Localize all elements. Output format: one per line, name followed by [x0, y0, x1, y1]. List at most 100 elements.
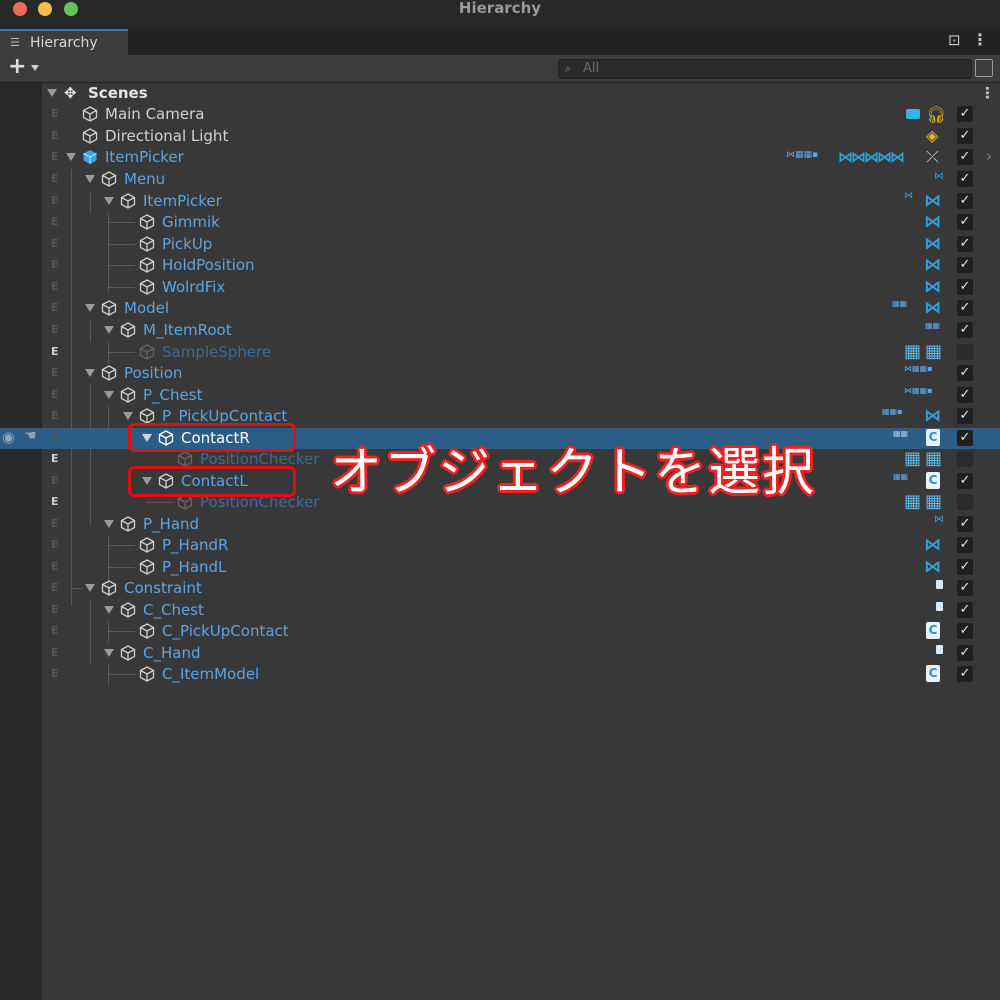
hierarchy-row[interactable]: E P_Chest ⋈▦▦▪ ✓ — [0, 385, 1000, 406]
hierarchy-row[interactable]: E Position ⋈▦▦▪ ✓ — [0, 363, 1000, 384]
prefab-icon — [83, 150, 97, 164]
active-toggle[interactable]: ✓ — [957, 602, 973, 618]
active-toggle[interactable]: ✓ — [957, 645, 973, 661]
unity-scene-icon: ✥ — [64, 84, 77, 102]
expand-arrow-icon[interactable] — [104, 197, 114, 205]
active-toggle[interactable]: ✓ — [957, 408, 973, 424]
lock-icon[interactable]: ⊡ — [948, 31, 961, 49]
renderer-icon: ▦ — [925, 341, 943, 362]
tree-line — [71, 588, 83, 589]
editor-only-marker: E — [51, 388, 59, 401]
expand-arrow-icon[interactable] — [104, 326, 114, 334]
tree-line — [108, 567, 135, 568]
active-toggle[interactable]: ✓ — [957, 149, 973, 165]
active-toggle[interactable]: ✓ — [957, 430, 973, 446]
expand-arrow-icon[interactable] — [104, 520, 114, 528]
hierarchy-row[interactable]: E P_HandR ⋈ ✓ — [0, 535, 1000, 556]
chevron-down-icon[interactable] — [31, 65, 39, 71]
active-toggle[interactable]: ✓ — [957, 451, 973, 467]
highlight-box-contact-l — [128, 466, 296, 497]
editor-only-marker: E — [51, 409, 59, 422]
expand-arrow-icon[interactable] — [85, 175, 95, 183]
hierarchy-row[interactable]: E Menu ⋈ ✓ — [0, 169, 1000, 190]
hierarchy-row[interactable]: E P_HandL ⋈ ✓ — [0, 557, 1000, 578]
hierarchy-row[interactable]: E Model ▦▦ ⋈ ✓ — [0, 298, 1000, 319]
hierarchy-row[interactable]: E SampleSphere ▦ ▦ ✓ — [0, 341, 1000, 363]
editor-only-marker: E — [51, 495, 59, 508]
active-toggle[interactable]: ✓ — [957, 365, 973, 381]
active-toggle[interactable]: ✓ — [957, 537, 973, 553]
expand-arrow-icon[interactable] — [47, 89, 57, 97]
expand-arrow-icon[interactable] — [104, 606, 114, 614]
constraint-icon: ⋈ — [924, 535, 941, 555]
expand-arrow-icon[interactable] — [85, 584, 95, 592]
expand-arrow-icon[interactable] — [85, 369, 95, 377]
hierarchy-row[interactable]: E PickUp ⋈ ✓ — [0, 234, 1000, 255]
hierarchy-row[interactable]: E P_Hand ⋈ ✓ — [0, 514, 1000, 535]
more-options-icon[interactable]: ⋮ — [972, 30, 988, 49]
hierarchy-row[interactable]: E C_ItemModel C ✓ — [0, 664, 1000, 685]
active-toggle[interactable]: ✓ — [957, 171, 973, 187]
maximize-icon[interactable] — [975, 59, 993, 77]
hierarchy-row[interactable]: E Main Camera 🎧︎ ✓ — [0, 104, 1000, 125]
active-toggle[interactable]: ✓ — [957, 279, 973, 295]
active-toggle[interactable]: ✓ — [957, 128, 973, 144]
active-toggle[interactable]: ✓ — [957, 473, 973, 489]
hierarchy-row[interactable]: E WolrdFix ⋈ ✓ — [0, 277, 1000, 298]
active-toggle[interactable]: ✓ — [957, 623, 973, 639]
hierarchy-row[interactable]: E Constraint ✓ — [0, 578, 1000, 599]
active-toggle[interactable]: ✓ — [957, 322, 973, 338]
gameobject-icon — [139, 408, 155, 424]
active-toggle[interactable]: ✓ — [957, 214, 973, 230]
active-toggle[interactable]: ✓ — [957, 193, 973, 209]
editor-only-marker: E — [51, 624, 59, 637]
gameobject-icon — [82, 128, 98, 144]
active-toggle[interactable]: ✓ — [957, 559, 973, 575]
pickable-hand-icon[interactable]: ☚ — [24, 428, 37, 444]
editor-only-marker: E — [51, 517, 59, 530]
hierarchy-toolbar: + ⌕ All — [0, 55, 1000, 83]
hierarchy-row[interactable]: E ItemPicker ⋈ ⋈ ✓ — [0, 191, 1000, 212]
expand-arrow-icon[interactable] — [104, 391, 114, 399]
constraint-icon: ⋈ — [924, 277, 941, 297]
expand-arrow-icon[interactable] — [123, 412, 133, 420]
hierarchy-row[interactable]: E ItemPicker ⋈▦▦▪ ⋈⋈⋈⋈⋈ ⤫ ✓ › — [0, 147, 1000, 168]
chevron-right-icon[interactable]: › — [986, 147, 992, 165]
scene-menu-icon[interactable]: ⋮ — [980, 84, 995, 102]
hierarchy-row[interactable]: E Directional Light ◈ ✓ — [0, 126, 1000, 147]
add-button[interactable]: + — [8, 55, 26, 79]
active-toggle[interactable]: ✓ — [957, 387, 973, 403]
tree-line — [146, 502, 173, 503]
active-toggle[interactable]: ✓ — [957, 516, 973, 532]
active-toggle[interactable]: ✓ — [957, 344, 973, 360]
tree-line — [108, 222, 135, 223]
hierarchy-row[interactable]: E C_Hand ✓ — [0, 643, 1000, 664]
tab-hierarchy[interactable]: ☰ Hierarchy — [0, 29, 128, 55]
hierarchy-row[interactable]: E HoldPosition ⋈ ✓ — [0, 255, 1000, 276]
tree-line — [108, 265, 135, 266]
script-small-icon — [936, 580, 943, 589]
active-toggle[interactable]: ✓ — [957, 666, 973, 682]
hierarchy-row[interactable]: E C_Chest ✓ — [0, 600, 1000, 621]
scene-row[interactable]: ✥ Scenes ⋮ — [0, 83, 1000, 104]
script-icon: C — [926, 622, 940, 639]
hierarchy-row[interactable]: E M_ItemRoot ▦▦ ✓ — [0, 320, 1000, 341]
component-icons: ▦▦ — [893, 429, 909, 438]
active-toggle[interactable]: ✓ — [957, 236, 973, 252]
active-toggle[interactable]: ✓ — [957, 257, 973, 273]
search-input[interactable]: ⌕ All — [558, 59, 972, 79]
visibility-eye-icon[interactable]: ◉ — [2, 428, 15, 446]
scene-name: Scenes — [88, 84, 148, 102]
active-toggle[interactable]: ✓ — [957, 494, 973, 510]
hierarchy-row[interactable]: E C_PickUpContact C ✓ — [0, 621, 1000, 642]
expand-arrow-icon[interactable] — [66, 153, 76, 161]
editor-only-marker: E — [51, 452, 59, 465]
active-toggle[interactable]: ✓ — [957, 580, 973, 596]
tree-line — [108, 244, 135, 245]
expand-arrow-icon[interactable] — [104, 649, 114, 657]
active-toggle[interactable]: ✓ — [957, 106, 973, 122]
hierarchy-row[interactable]: E Gimmik ⋈ ✓ — [0, 212, 1000, 233]
expand-arrow-icon[interactable] — [85, 304, 95, 312]
active-toggle[interactable]: ✓ — [957, 300, 973, 316]
mesh-icon: ▦ — [904, 491, 922, 512]
